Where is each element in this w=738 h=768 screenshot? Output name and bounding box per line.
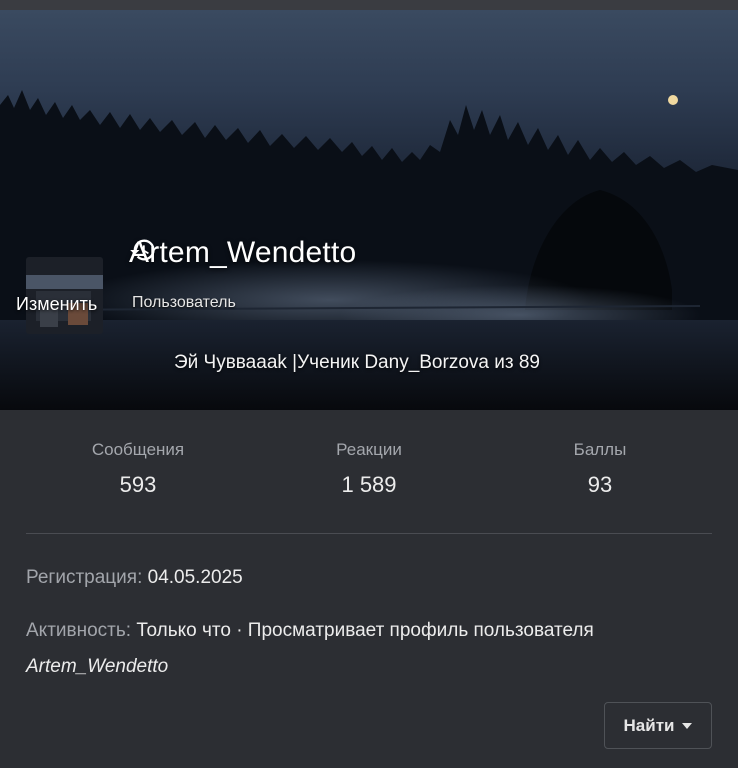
profile-cover-banner: Изменить Artem_Wendetto Пользователь Эй … [0, 10, 738, 410]
stat-reactions[interactable]: Реакции 1 589 [279, 440, 459, 498]
moon-shape [668, 95, 678, 105]
top-strip [0, 0, 738, 10]
avatar-edit-link[interactable]: Изменить [16, 294, 97, 315]
activity-username-link[interactable]: Artem_Wendetto [26, 656, 168, 677]
registration-label: Регистрация: [26, 567, 143, 588]
registration-date: 04.05.2025 [147, 567, 243, 588]
stat-value: 593 [119, 472, 157, 497]
activity-text: Только что · Просматривает профиль польз… [136, 620, 594, 641]
profile-stats: Сообщения 593 Реакции 1 589 Баллы 93 [0, 440, 738, 510]
user-status-text: Эй Чувваaak |Ученик Dany_Borzova из 89 [174, 352, 540, 373]
history-icon[interactable] [130, 239, 394, 267]
stat-value: 93 [587, 472, 613, 497]
stat-label: Реакции [336, 440, 402, 459]
stat-value: 1 589 [341, 472, 397, 497]
divider [26, 533, 712, 534]
username-row: Artem_Wendetto [129, 236, 394, 270]
find-button-label: Найти [623, 715, 675, 735]
stat-points[interactable]: Баллы 93 [510, 440, 690, 498]
registration-row: Регистрация: 04.05.2025 [26, 560, 716, 596]
cover-image-forest [0, 90, 738, 410]
activity-row: Активность: Только что · Просматривает п… [26, 613, 716, 685]
stat-messages[interactable]: Сообщения 593 [48, 440, 228, 498]
username: Artem_Wendetto [129, 236, 357, 269]
caret-down-icon [682, 722, 693, 729]
find-button[interactable]: Найти [604, 702, 712, 749]
stat-label: Сообщения [91, 440, 185, 459]
user-title: Пользователь [132, 294, 236, 311]
stat-label: Баллы [573, 440, 627, 459]
activity-label: Активность: [26, 620, 132, 641]
